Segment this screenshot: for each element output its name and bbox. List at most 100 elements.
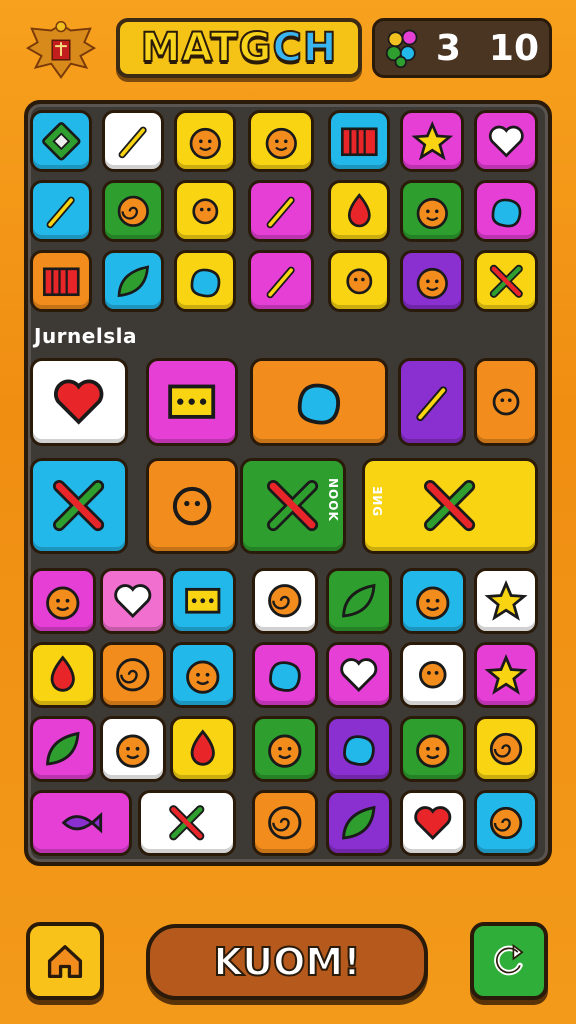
drop-icon [190, 729, 216, 766]
board-tile-face[interactable] [248, 110, 314, 172]
board-tile-swirl[interactable] [100, 642, 166, 708]
board-tile-block[interactable] [170, 568, 236, 634]
face-icon [186, 660, 220, 694]
board-tile-gem[interactable] [30, 110, 92, 172]
board-tile-star[interactable] [474, 568, 538, 634]
swirl-icon [116, 658, 150, 692]
score-panel: 3 10 [372, 18, 552, 78]
board-tile-stick[interactable] [248, 250, 314, 312]
swirl-icon [268, 806, 302, 840]
stick-icon [118, 126, 147, 158]
board-tile-blob[interactable] [250, 358, 388, 446]
blob-icon [269, 661, 302, 693]
side-text-1: NOOK [326, 478, 340, 522]
face-icon [416, 197, 448, 229]
drop-icon [347, 192, 371, 227]
board-tile-heart[interactable] [400, 790, 466, 856]
board-tile-bars[interactable] [30, 250, 92, 312]
board-tile-drop[interactable] [328, 180, 390, 242]
blob-icon [298, 383, 341, 425]
board-tile-block[interactable] [146, 358, 238, 446]
drop-icon [50, 655, 76, 692]
board-tile-heartw[interactable] [100, 568, 166, 634]
board-tile-fish[interactable] [30, 790, 132, 856]
board-tile-star[interactable] [474, 642, 538, 708]
sun-icon [346, 268, 372, 294]
board-tile-cross[interactable] [474, 250, 538, 312]
section-label: Jurnelsla [34, 324, 137, 348]
main-action-label: KUOM! [212, 939, 361, 985]
board-tile-stick[interactable] [398, 358, 466, 446]
title-accent: CH [271, 24, 338, 72]
board-tile-heart[interactable] [30, 358, 128, 446]
board-tile-blob[interactable] [252, 642, 318, 708]
board-tile-leaf[interactable] [326, 568, 392, 634]
board-tile-face[interactable] [170, 642, 236, 708]
board-tile-leaf[interactable] [30, 716, 96, 782]
board-tile-drop[interactable] [170, 716, 236, 782]
board-tile-sun[interactable] [474, 358, 538, 446]
board-tile-blob[interactable] [474, 180, 538, 242]
heart-icon [54, 379, 104, 425]
board-tile-stick[interactable] [30, 180, 92, 242]
board-tile-swirl[interactable] [252, 790, 318, 856]
score-counter: 10 [488, 27, 539, 69]
board-tile-face[interactable] [400, 568, 466, 634]
cross-icon [53, 480, 105, 532]
board-tile-face[interactable] [400, 180, 464, 242]
stick-icon [266, 196, 295, 228]
board-tile-sun[interactable] [146, 458, 238, 554]
board-tile-drop[interactable] [30, 642, 96, 708]
face-icon [416, 586, 450, 620]
star-icon [411, 120, 453, 161]
board-tile-bars[interactable] [328, 110, 390, 172]
board-tile-leaf[interactable] [102, 250, 164, 312]
home-button[interactable] [26, 922, 104, 1000]
board-tile-sun[interactable] [174, 180, 236, 242]
board-tile-swirl[interactable] [102, 180, 164, 242]
board-tile-face[interactable] [400, 250, 464, 312]
heart-icon [414, 806, 452, 841]
board-tile-blob[interactable] [326, 716, 392, 782]
board-tile-swirl[interactable] [474, 716, 538, 782]
swirl-icon [268, 584, 302, 618]
board-tile-blob[interactable] [174, 250, 236, 312]
bars-icon [42, 267, 80, 296]
board-tile-face[interactable] [252, 716, 318, 782]
board-tile-sun[interactable] [400, 642, 466, 708]
face-icon [416, 734, 450, 768]
heartw-icon [114, 584, 152, 619]
board-tile-cross[interactable] [362, 458, 538, 554]
sun-icon [172, 486, 212, 526]
board-tile-star[interactable] [400, 110, 464, 172]
board-tile-heartw[interactable] [474, 110, 538, 172]
board-tile-face[interactable] [100, 716, 166, 782]
board-tile-stick[interactable] [102, 110, 164, 172]
board-tile-sun[interactable] [328, 250, 390, 312]
board-tile-face[interactable] [30, 568, 96, 634]
board-tile-stick[interactable] [248, 180, 314, 242]
block-icon [185, 588, 221, 614]
restart-button[interactable] [470, 922, 548, 1000]
cross-icon [169, 805, 205, 841]
face-icon [416, 267, 448, 299]
side-text-3: ƎИG [144, 808, 158, 840]
leaf-icon [46, 732, 80, 766]
moves-counter: 3 [435, 27, 461, 69]
stick-icon [266, 266, 295, 298]
board-tile-cross[interactable] [30, 458, 128, 554]
board-tile-face[interactable] [400, 716, 466, 782]
leaf-icon [342, 584, 376, 618]
star-icon [484, 653, 528, 695]
gem-icon [41, 121, 81, 161]
board-tile-heartw[interactable] [326, 642, 392, 708]
board-tile-swirl[interactable] [474, 790, 538, 856]
board-tile-swirl[interactable] [252, 568, 318, 634]
main-action-button[interactable]: KUOM! [146, 924, 428, 1000]
swirl-icon [489, 806, 523, 840]
stick-icon [415, 385, 447, 421]
face-icon [116, 734, 150, 768]
star-icon [484, 579, 528, 621]
board-tile-leaf[interactable] [326, 790, 392, 856]
board-tile-face[interactable] [174, 110, 236, 172]
